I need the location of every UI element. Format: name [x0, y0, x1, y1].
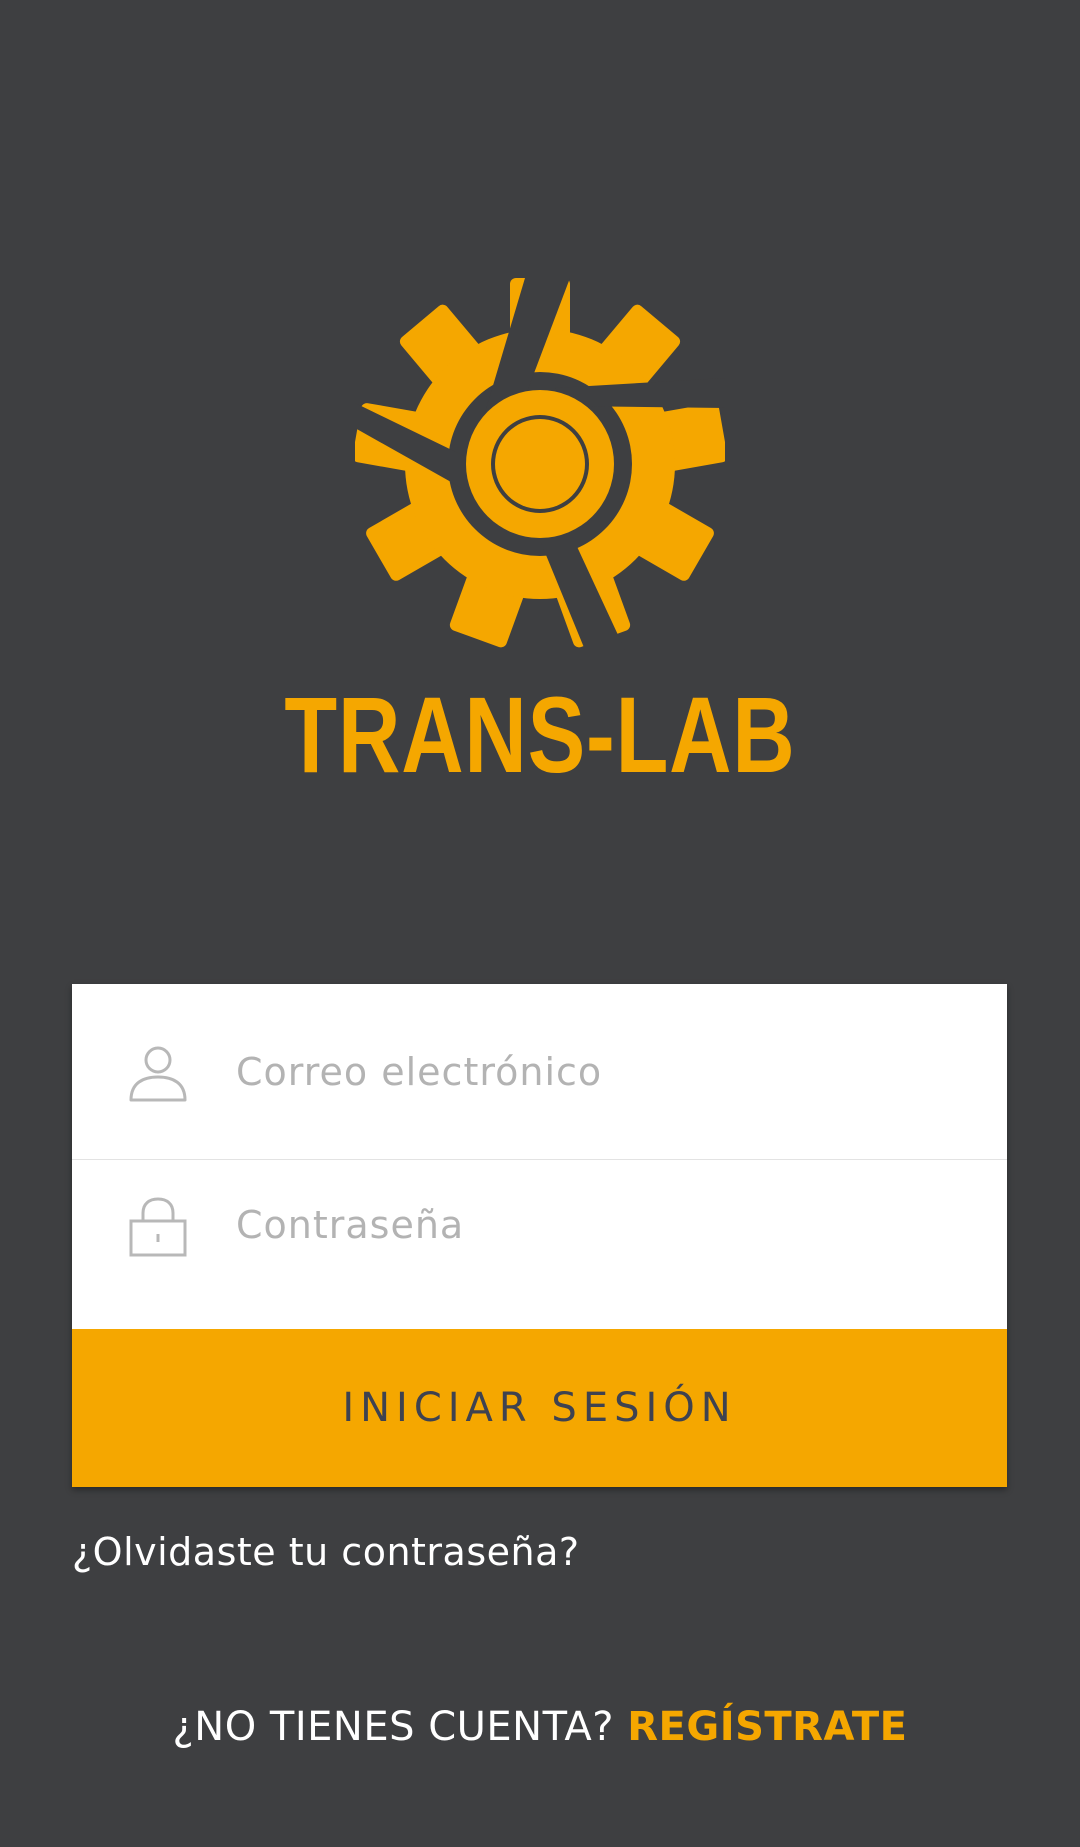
- signup-prompt: ¿NO TIENES CUENTA?: [172, 1704, 615, 1750]
- user-icon: [129, 1046, 187, 1102]
- signup-link[interactable]: REGÍSTRATE: [627, 1704, 907, 1750]
- lock-icon: [129, 1197, 187, 1257]
- gear-logo-icon: [355, 278, 725, 650]
- password-field-row: [72, 1161, 1007, 1311]
- login-button[interactable]: INICIAR SESIÓN: [72, 1329, 1007, 1487]
- email-field-row: [72, 984, 1007, 1160]
- forgot-password-link[interactable]: ¿Olvidaste tu contraseña?: [72, 1530, 580, 1574]
- password-input[interactable]: [236, 1195, 956, 1255]
- brand-title: TRANS-LAB: [284, 674, 796, 795]
- signup-row: ¿NO TIENES CUENTA? REGÍSTRATE: [0, 1704, 1080, 1750]
- email-input[interactable]: [236, 1042, 956, 1102]
- login-card: INICIAR SESIÓN: [72, 984, 1007, 1487]
